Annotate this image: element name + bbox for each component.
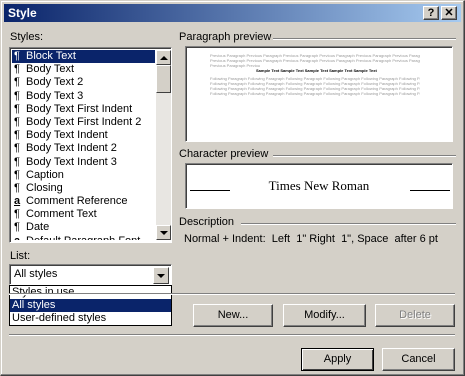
down-arrow-icon	[160, 231, 168, 235]
paragraph-preview-divider	[273, 38, 456, 40]
style-list-item[interactable]: ¶ Body Text	[12, 63, 155, 76]
style-name: Body Text 3	[26, 89, 84, 102]
cancel-button[interactable]: Cancel	[382, 348, 455, 371]
style-list-item[interactable]: aDefault Paragraph Font	[12, 235, 155, 240]
paragraph-style-icon: ¶	[14, 155, 20, 168]
style-list-item[interactable]: ¶ Block Text	[12, 50, 155, 64]
character-preview-box: Times New Roman	[185, 163, 453, 209]
style-name: Body Text Indent 3	[26, 155, 117, 168]
list-combobox[interactable]: All styles	[9, 264, 172, 285]
character-style-icon: a	[14, 195, 21, 208]
style-name: Default Paragraph Font	[26, 235, 140, 240]
style-list-item[interactable]: ¶ Date	[12, 221, 155, 234]
styles-list-items: ¶ Block Text ¶ Body Text ¶ Body Text 2 ¶ Body T…	[12, 50, 155, 240]
style-list-item[interactable]: ¶ Body Text 2	[12, 76, 155, 89]
list-dropdown[interactable]: Styles in use All styles User-defined styl…	[9, 285, 172, 326]
paragraph-style-icon: ¶	[14, 208, 20, 221]
style-name: Body Text	[26, 63, 75, 76]
styles-listbox[interactable]: ¶ Block Text ¶ Body Text ¶ Body Text 2 ¶ Body T…	[9, 47, 172, 243]
character-preview-divider	[273, 155, 456, 157]
following-paragraph-text-4: Following Paragraph Following Paragraph …	[210, 91, 420, 96]
style-list-item[interactable]: ¶ Closing	[12, 182, 155, 195]
scroll-up-button[interactable]	[156, 50, 171, 65]
description-label: Description	[179, 216, 235, 228]
close-button[interactable]: ✕	[441, 6, 457, 20]
footer-divider	[9, 334, 455, 336]
style-list-item[interactable]: ¶ Body Text First Indent 2	[12, 116, 155, 129]
scroll-thumb[interactable]	[156, 65, 171, 93]
paragraph-style-icon: ¶	[14, 168, 20, 181]
description-text: Normal + Indent: Left 1" Right 1", Space…	[184, 233, 438, 245]
style-name: Block Text	[26, 50, 76, 62]
style-name: Comment Text	[26, 208, 97, 221]
style-name: Body Text Indent	[26, 129, 108, 142]
paragraph-style-icon: ¶	[14, 221, 20, 234]
sample-text: Sample Text Sample Text Sample Text Samp…	[256, 68, 377, 73]
paragraph-style-icon: ¶	[14, 63, 20, 76]
paragraph-style-icon: ¶	[14, 115, 20, 128]
combo-dropdown-button[interactable]	[153, 267, 169, 284]
button-row-divider	[9, 293, 455, 295]
apply-button[interactable]: Apply	[301, 348, 374, 371]
paragraph-preview-box: Previous Paragraph Previous Paragraph Pr…	[185, 46, 453, 142]
style-list-item[interactable]: ¶ Body Text 3	[12, 90, 155, 103]
title-bar: Style ? ✕	[4, 4, 461, 22]
character-preview-text: Times New Roman	[268, 178, 370, 193]
style-name: Comment Reference	[26, 195, 128, 208]
paragraph-style-icon: ¶	[14, 142, 20, 155]
style-name: Body Text 2	[26, 76, 84, 89]
paragraph-preview-label: Paragraph preview	[179, 31, 272, 43]
style-list-item[interactable]: ¶ Body Text Indent 3	[12, 156, 155, 169]
delete-style-button[interactable]: Delete	[375, 304, 455, 327]
list-label: List:	[10, 250, 31, 262]
style-list-item[interactable]: ¶ Body Text Indent	[12, 129, 155, 142]
list-option[interactable]: User-defined styles	[10, 312, 171, 325]
help-button[interactable]: ?	[423, 6, 439, 20]
modify-style-button[interactable]: Modify...	[283, 304, 366, 327]
new-style-button[interactable]: New...	[193, 304, 273, 327]
character-style-icon: a	[14, 235, 26, 240]
style-list-item[interactable]: ¶ Comment Text	[12, 208, 155, 221]
baseline-right	[410, 190, 450, 191]
style-list-item[interactable]: ¶ Caption	[12, 169, 155, 182]
up-arrow-icon	[160, 56, 168, 60]
style-name: Closing	[26, 181, 63, 194]
style-name: Body Text First Indent 2	[26, 115, 142, 128]
scroll-down-button[interactable]	[156, 225, 171, 240]
character-preview-label: Character preview	[179, 148, 269, 160]
paragraph-style-icon: ¶	[14, 102, 20, 115]
list-option[interactable]: All styles	[10, 299, 171, 312]
paragraph-style-icon: ¶	[14, 50, 20, 62]
style-name: Body Text Indent 2	[26, 142, 117, 155]
style-name: Date	[26, 221, 50, 234]
list-combo-value: All styles	[14, 268, 58, 280]
style-list-item[interactable]: ¶ Body Text Indent 2	[12, 142, 155, 155]
style-list-item[interactable]: ¶ Body Text First Indent	[12, 103, 155, 116]
chevron-down-icon	[157, 274, 165, 278]
paragraph-style-icon: ¶	[14, 181, 20, 194]
style-dialog: Style ? ✕ Styles: ¶ Block Text ¶ Body Text ¶…	[0, 0, 465, 376]
description-divider	[241, 223, 456, 225]
paragraph-style-icon: ¶	[14, 129, 20, 142]
styles-label: Styles:	[10, 31, 44, 43]
style-name: Caption	[26, 168, 64, 181]
style-list-item[interactable]: a Comment Reference	[12, 195, 155, 208]
previous-paragraph-text-3: Previous Paragraph Previous Paragraph Pr…	[210, 63, 260, 68]
style-name: Body Text First Indent	[26, 102, 133, 115]
window-title: Style	[8, 6, 37, 20]
paragraph-style-icon: ¶	[14, 76, 20, 89]
paragraph-style-icon: ¶	[14, 89, 20, 102]
styles-scrollbar[interactable]	[156, 50, 171, 240]
